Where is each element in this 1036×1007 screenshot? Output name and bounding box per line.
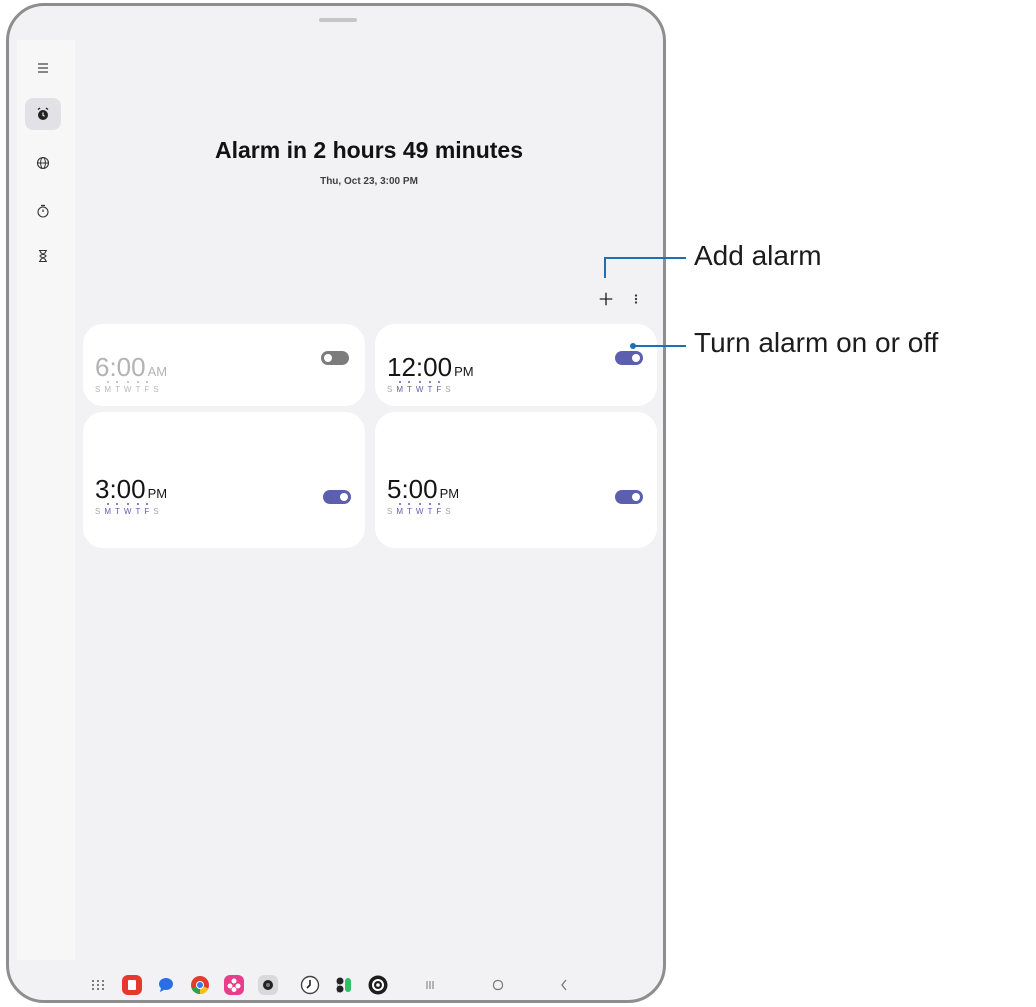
alarm-days: S M T W T F S xyxy=(95,381,159,394)
alarm-time-value: 5:00 xyxy=(387,474,438,504)
timer-glyph xyxy=(39,249,47,263)
clock-app-glyph xyxy=(300,975,320,995)
apps-grid-icon[interactable] xyxy=(87,974,109,996)
messages-app-glyph xyxy=(159,978,173,992)
settings-app-icon[interactable] xyxy=(367,974,389,996)
galaxy-store-app-glyph xyxy=(224,975,244,995)
next-alarm-title: Alarm in 2 hours 49 minutes xyxy=(214,137,524,163)
alarm-card[interactable]: 6:00 AM S M T W T F S xyxy=(83,324,365,406)
back-nav-glyph xyxy=(561,979,567,991)
notes-app-icon[interactable] xyxy=(121,974,143,996)
alarm-glyph xyxy=(37,107,49,120)
alarm-time-value: 6:00 xyxy=(95,352,146,382)
plus-icon xyxy=(599,292,613,306)
camera-app-glyph xyxy=(258,975,278,995)
more-vert-icon xyxy=(634,294,638,304)
world-clock-icon[interactable] xyxy=(25,147,61,179)
tablet-frame: Alarm in 2 hours 49 minutes Thu, Oct 23,… xyxy=(6,3,666,1003)
world-clock-glyph xyxy=(36,156,50,170)
day-label: M xyxy=(104,381,112,394)
alarm-toggle[interactable] xyxy=(323,490,351,504)
alarm-card[interactable]: 12:00 PM S M T W T F S xyxy=(375,324,657,406)
taskbar xyxy=(79,974,639,998)
settings-app-glyph xyxy=(368,975,388,995)
alarm-time: 3:00 PM xyxy=(95,474,167,505)
camera-app-icon[interactable] xyxy=(257,974,279,996)
alarm-time: 5:00 PM xyxy=(387,474,459,505)
day-label: S xyxy=(153,507,159,516)
day-label: F xyxy=(436,503,442,516)
day-label: S xyxy=(387,385,393,394)
quick-share-app-icon[interactable] xyxy=(333,974,355,996)
drag-handle xyxy=(319,18,357,22)
alarm-ampm: AM xyxy=(147,364,168,379)
add-alarm-button[interactable] xyxy=(596,289,616,309)
stopwatch-glyph xyxy=(37,204,49,218)
day-label: S xyxy=(387,507,393,516)
alarm-ampm: PM xyxy=(147,486,168,501)
day-label: W xyxy=(415,503,424,516)
day-label: S xyxy=(95,385,101,394)
clock-app-icon[interactable] xyxy=(299,974,321,996)
alarm-time-value: 12:00 xyxy=(387,352,453,382)
callout-add-alarm: Add alarm xyxy=(694,240,822,271)
day-label: M xyxy=(396,503,404,516)
recents-nav-glyph xyxy=(426,981,434,989)
day-label: S xyxy=(445,385,451,394)
back-nav-icon[interactable] xyxy=(553,974,575,996)
alarm-card[interactable]: 5:00 PM S M T W T F S xyxy=(375,412,657,548)
alarm-time-value: 3:00 xyxy=(95,474,146,504)
day-label: W xyxy=(123,503,132,516)
quick-share-app-glyph xyxy=(336,977,351,993)
notes-app-glyph xyxy=(122,975,142,995)
day-label: T xyxy=(427,503,433,516)
chrome-app-icon[interactable] xyxy=(189,974,211,996)
alarm-toggle[interactable] xyxy=(615,351,643,365)
day-label: S xyxy=(153,385,159,394)
alarm-icon[interactable] xyxy=(25,98,61,130)
day-label: F xyxy=(436,381,442,394)
day-label: T xyxy=(115,503,120,516)
home-nav-glyph xyxy=(492,979,504,991)
alarm-days: S M T W T F S xyxy=(387,503,451,516)
day-label: T xyxy=(427,381,433,394)
callout-toggle: Turn alarm on or off xyxy=(694,327,939,358)
more-options-button[interactable] xyxy=(628,289,644,309)
messages-app-icon[interactable] xyxy=(155,974,177,996)
day-label: S xyxy=(445,507,451,516)
day-label: M xyxy=(104,503,112,516)
chrome-app-glyph xyxy=(191,976,209,995)
apps-grid-glyph xyxy=(92,980,104,990)
alarm-time: 6:00 AM xyxy=(95,352,167,383)
day-label: T xyxy=(407,381,412,394)
day-label: F xyxy=(144,503,150,516)
day-label: T xyxy=(135,503,141,516)
alarm-card[interactable]: 3:00 PM S M T W T F S xyxy=(83,412,365,548)
day-label: T xyxy=(135,381,141,394)
home-nav-icon[interactable] xyxy=(487,974,509,996)
stopwatch-icon[interactable] xyxy=(25,195,61,227)
alarm-ampm: PM xyxy=(439,486,460,501)
galaxy-store-app-icon[interactable] xyxy=(223,974,245,996)
day-label: W xyxy=(123,381,132,394)
day-label: W xyxy=(415,381,424,394)
alarm-time: 12:00 PM xyxy=(387,352,474,383)
recents-nav-icon[interactable] xyxy=(419,974,441,996)
alarm-toggle[interactable] xyxy=(321,351,349,365)
day-label: F xyxy=(144,381,150,394)
timer-icon[interactable] xyxy=(25,240,61,272)
menu-glyph xyxy=(38,63,48,73)
day-label: T xyxy=(115,381,120,394)
day-label: T xyxy=(407,503,412,516)
alarm-days: S M T W T F S xyxy=(95,503,159,516)
day-label: M xyxy=(396,381,404,394)
day-label: S xyxy=(95,507,101,516)
next-alarm-subtitle: Thu, Oct 23, 3:00 PM xyxy=(320,176,418,187)
alarm-ampm: PM xyxy=(454,364,474,379)
menu-icon[interactable] xyxy=(25,52,61,84)
alarm-toggle[interactable] xyxy=(615,490,643,504)
alarm-days: S M T W T F S xyxy=(387,381,451,394)
navigation-rail xyxy=(17,40,75,960)
